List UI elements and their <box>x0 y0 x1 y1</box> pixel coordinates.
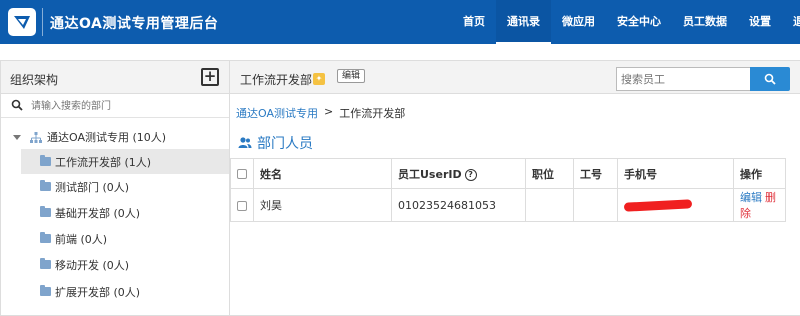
tree-root-node[interactable]: 通达OA测试专用 (10人) <box>1 125 229 149</box>
tree-item-workflow-dev[interactable]: 工作流开发部 (1人) <box>21 149 229 174</box>
folder-icon <box>40 285 51 296</box>
employee-search-button[interactable] <box>750 67 790 91</box>
breadcrumb-current: 工作流开发部 <box>339 107 406 120</box>
nav-logout[interactable]: 退出 <box>782 0 800 44</box>
department-search <box>1 94 229 118</box>
member-actions: 编辑 删除 <box>733 188 786 222</box>
app-logo-icon[interactable] <box>8 8 36 36</box>
col-position: 职位 <box>525 158 574 189</box>
edit-department-button[interactable]: 编辑 <box>337 69 366 83</box>
org-structure-header: 组织架构 + <box>1 61 229 94</box>
members-table: 姓名 员工UserID? 职位 工号 手机号 操作 刘昊 01023524681… <box>230 158 786 222</box>
member-userid: 01023524681053 <box>391 188 526 222</box>
nav-micro-apps[interactable]: 微应用 <box>551 0 606 44</box>
breadcrumb: 通达OA测试专用 > 工作流开发部 <box>236 105 405 121</box>
member-phone <box>617 188 734 222</box>
org-structure-panel: 组织架构 + 通达OA测试专用 (10人) 工作流开发部 (1人) 测试部门 (… <box>0 60 230 316</box>
org-structure-title: 组织架构 <box>10 73 59 87</box>
folder-icon <box>40 180 51 191</box>
table-header-row: 姓名 员工UserID? 职位 工号 手机号 操作 <box>230 158 786 189</box>
section-title: 部门人员 <box>257 136 313 152</box>
department-name: 工作流开发部 <box>240 73 313 87</box>
org-chart-icon <box>30 131 42 143</box>
nav-contacts[interactable]: 通讯录 <box>496 0 551 44</box>
tree-item-frontend[interactable]: 前端 (0人) <box>21 226 229 251</box>
main-nav: 首页 通讯录 微应用 安全中心 员工数据 设置 退出 <box>452 0 800 44</box>
department-search-input[interactable] <box>31 97 221 115</box>
breadcrumb-separator: > <box>324 105 334 118</box>
top-nav-bar: 通达OA测试专用管理后台 首页 通讯录 微应用 安全中心 员工数据 设置 退出 <box>0 0 800 44</box>
row-select-cell <box>230 188 254 222</box>
add-department-button[interactable]: + <box>201 68 219 86</box>
tree-item-label: 基础开发部 (0人) <box>55 206 141 220</box>
folder-icon <box>40 258 51 269</box>
tree-item-label: 工作流开发部 (1人) <box>55 155 152 169</box>
tree-item-test-dept[interactable]: 测试部门 (0人) <box>21 174 229 199</box>
tree-item-mobile-dev[interactable]: 移动开发 (0人) <box>21 252 229 277</box>
member-job-number <box>573 188 618 222</box>
col-userid: 员工UserID? <box>391 158 526 189</box>
tree-root-label: 通达OA测试专用 (10人) <box>47 131 167 144</box>
col-job-number: 工号 <box>573 158 618 189</box>
col-actions: 操作 <box>733 158 786 189</box>
member-position <box>525 188 574 222</box>
folder-icon <box>40 206 51 217</box>
breadcrumb-root-link[interactable]: 通达OA测试专用 <box>236 105 318 121</box>
admin-badge-icon: ✦ <box>313 73 325 85</box>
tree-item-label: 测试部门 (0人) <box>55 180 130 194</box>
folder-icon <box>40 155 51 166</box>
nav-settings[interactable]: 设置 <box>738 0 782 44</box>
nav-home[interactable]: 首页 <box>452 0 496 44</box>
search-icon <box>11 99 23 111</box>
tree-item-label: 移动开发 (0人) <box>55 258 130 272</box>
help-icon[interactable]: ? <box>464 168 477 181</box>
caret-down-icon[interactable] <box>13 134 21 140</box>
employee-search-input[interactable] <box>616 67 750 91</box>
table-row: 刘昊 01023524681053 编辑 删除 <box>230 188 786 222</box>
edit-member-link[interactable]: 编辑 <box>740 191 762 204</box>
nav-employee-data[interactable]: 员工数据 <box>672 0 738 44</box>
department-members-heading: 部门人员 <box>238 133 313 153</box>
member-name: 刘昊 <box>253 188 392 222</box>
row-checkbox[interactable] <box>237 200 247 211</box>
tree-item-label: 前端 (0人) <box>55 232 108 246</box>
tree-item-label: 扩展开发部 (0人) <box>55 285 141 299</box>
app-title: 通达OA测试专用管理后台 <box>50 16 219 32</box>
search-icon <box>764 73 776 85</box>
users-icon <box>238 137 252 148</box>
nav-security-center[interactable]: 安全中心 <box>606 0 672 44</box>
col-userid-label: 员工UserID <box>398 167 462 181</box>
logo-divider <box>42 8 43 36</box>
select-all-checkbox[interactable] <box>237 169 247 179</box>
folder-icon <box>40 232 51 243</box>
col-phone: 手机号 <box>617 158 734 189</box>
select-all-cell <box>230 158 254 189</box>
tree-item-base-dev[interactable]: 基础开发部 (0人) <box>21 200 229 225</box>
tree-item-extension-dev[interactable]: 扩展开发部 (0人) <box>21 279 229 304</box>
department-header: 工作流开发部 ✦ 编辑 <box>230 61 800 94</box>
department-detail-panel: 工作流开发部 ✦ 编辑 通达OA测试专用 > 工作流开发部 部门人员 姓名 <box>230 60 800 316</box>
redaction-mark <box>623 199 693 212</box>
col-name: 姓名 <box>253 158 392 189</box>
